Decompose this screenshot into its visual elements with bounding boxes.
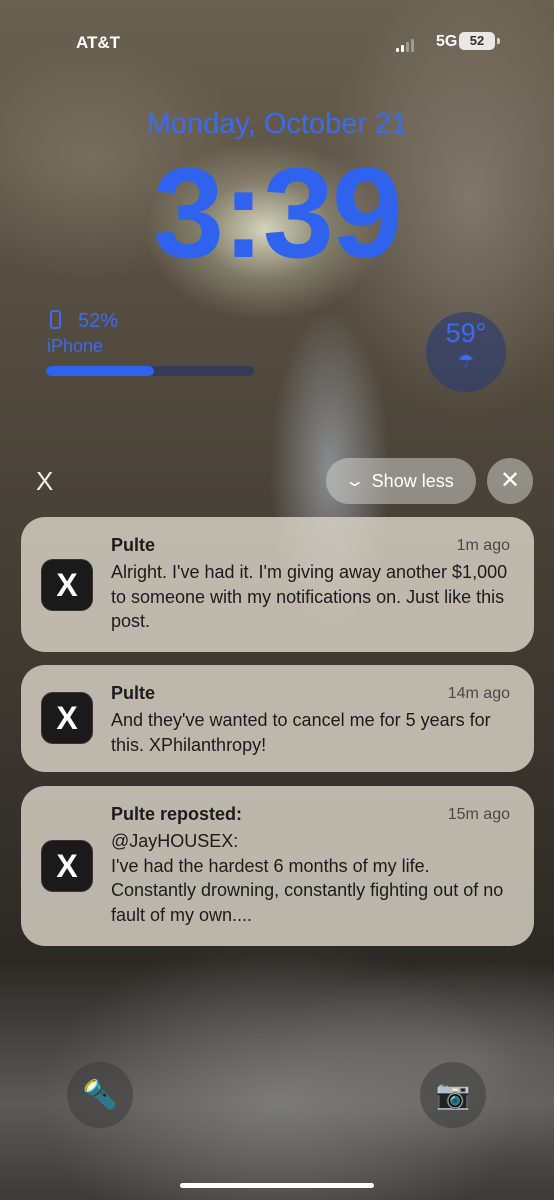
notification-card[interactable]: X Pulte reposted: 15m ago @JayHOUSEX: I'… — [21, 786, 534, 946]
battery-widget-device: iPhone — [47, 336, 104, 356]
x-app-icon: X — [36, 466, 54, 496]
battery-widget-fill — [46, 366, 155, 376]
x-app-icon: X — [41, 692, 93, 744]
x-app-icon: X — [41, 559, 93, 611]
home-indicator[interactable] — [180, 1183, 374, 1188]
notification-title: Pulte — [111, 683, 156, 703]
phone-battery-icon — [50, 310, 61, 329]
notification-time: 15m ago — [447, 806, 510, 823]
flashlight-button[interactable]: 🔦 — [67, 1062, 133, 1128]
notification-card[interactable]: X Pulte 1m ago Alright. I've had it. I'm… — [21, 517, 534, 652]
notification-card[interactable]: X Pulte 14m ago And they've wanted to ca… — [21, 665, 534, 772]
weather-temperature: 59° — [445, 318, 487, 348]
flashlight-icon: 🔦 — [82, 1079, 118, 1110]
battery-icon: 52 — [459, 32, 495, 50]
chevron-down-icon: ⌄ — [344, 473, 366, 490]
notification-time: 1m ago — [456, 537, 510, 554]
cloud-rain-icon: ☂ — [457, 351, 475, 371]
clear-notifications-button[interactable]: ✕ — [487, 458, 533, 504]
carrier-label: AT&T — [76, 33, 121, 52]
notification-body: And they've wanted to cancel me for 5 ye… — [111, 710, 491, 755]
battery-widget-bar — [46, 366, 254, 376]
camera-button[interactable]: 📷 — [420, 1062, 486, 1128]
notification-body: Alright. I've had it. I'm giving away an… — [111, 562, 508, 631]
notification-body: @JayHOUSEX: I've had the hardest 6 month… — [111, 831, 504, 925]
battery-tip — [497, 38, 500, 44]
show-less-button[interactable]: ⌄ Show less — [326, 458, 476, 504]
cellular-signal-icon — [396, 39, 414, 52]
weather-widget[interactable]: 59° ☂ — [426, 312, 506, 392]
battery-widget-percent: 52% — [78, 310, 119, 332]
camera-icon: 📷 — [435, 1079, 471, 1110]
lockscreen-date: Monday, October 21 — [146, 108, 408, 140]
show-less-label: Show less — [371, 470, 454, 491]
notification-time: 14m ago — [447, 685, 510, 702]
notification-title: Pulte reposted: — [111, 804, 243, 824]
network-type-label: 5G — [436, 33, 458, 50]
lockscreen-time: 3:39 — [152, 142, 403, 285]
x-app-icon: X — [41, 840, 93, 892]
notification-title: Pulte — [111, 535, 156, 555]
